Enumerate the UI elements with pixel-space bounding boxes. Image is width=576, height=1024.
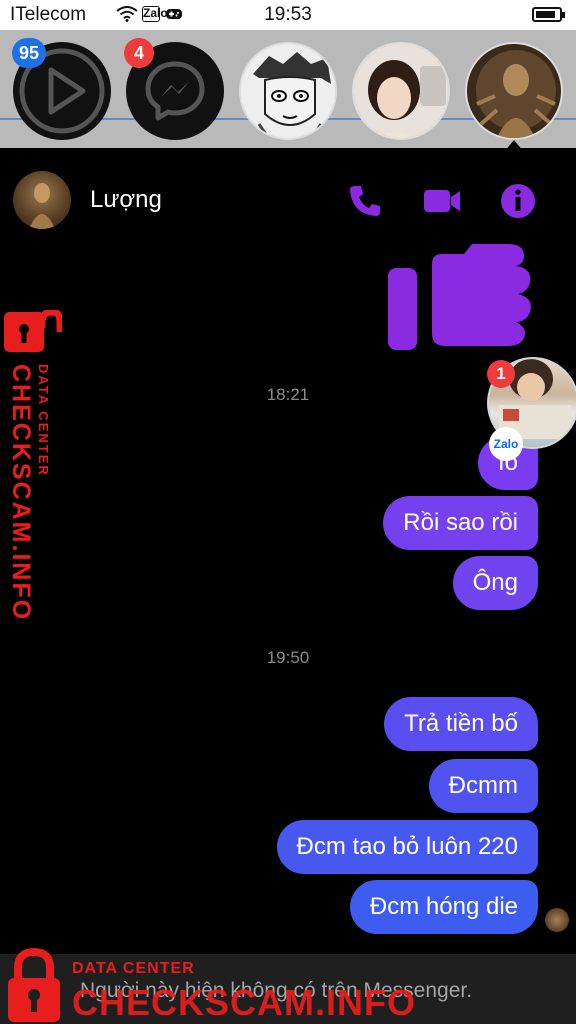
chat-header: Lượng [0, 152, 576, 242]
status-bar: ITelecom Zalo 19:53 [0, 0, 576, 30]
girl-portrait-image [354, 44, 448, 138]
message-bubble[interactable]: Ông [452, 556, 538, 610]
thumbs-up-sticker[interactable] [386, 242, 538, 352]
watermark-title: DATA CENTER [36, 364, 51, 477]
watermark-brand: CHECKSCAM.INFO [7, 364, 35, 622]
contact-name[interactable]: Lượng [90, 186, 162, 214]
watermark-lock-icon [8, 948, 60, 1022]
zalo-logo-icon: Zalo [489, 427, 523, 461]
chat-head-pointer [504, 140, 524, 152]
watermark-brand: CHECKSCAM.INFO [72, 982, 416, 1023]
message-bubble[interactable]: Đcmm [428, 759, 538, 813]
video-call-icon[interactable] [422, 182, 462, 220]
message-bubble[interactable]: Đcm hóng die [349, 880, 538, 934]
battery-icon [532, 7, 565, 22]
clock: 19:53 [264, 4, 312, 25]
watermark-title: DATA CENTER [72, 960, 195, 977]
unavailable-notice-bar: Người này hiện không có trên Messenger. … [0, 954, 576, 1024]
zalo-unread-badge: 1 [487, 360, 515, 388]
chat-head-manga-avatar[interactable] [239, 42, 337, 140]
contact-avatar[interactable] [13, 171, 71, 229]
chat-heads-strip: 95 4 [0, 30, 576, 148]
info-icon[interactable] [499, 182, 537, 220]
buddha-statue-image [29, 183, 55, 229]
watermark-vertical: CHECKSCAM.INFO DATA CENTER [0, 310, 70, 621]
chat-head-buddha-avatar[interactable] [465, 42, 563, 140]
read-receipt-avatar [545, 908, 569, 932]
phone-call-icon[interactable] [346, 182, 384, 220]
manga-portrait-image [241, 44, 335, 138]
message-bubble[interactable]: Rồi sao rồi [383, 496, 538, 550]
message-bubble[interactable]: Đcm tao bỏ luôn 220 [276, 820, 538, 874]
chat-head-girl-avatar[interactable] [352, 42, 450, 140]
message-bubble[interactable]: Trả tiền bố [384, 697, 538, 751]
unread-badge: 95 [12, 38, 47, 68]
watermark-lock-icon [4, 310, 62, 352]
unread-badge: 4 [124, 38, 154, 68]
buddha-statue-image [467, 44, 561, 138]
timestamp: 19:50 [266, 648, 310, 667]
